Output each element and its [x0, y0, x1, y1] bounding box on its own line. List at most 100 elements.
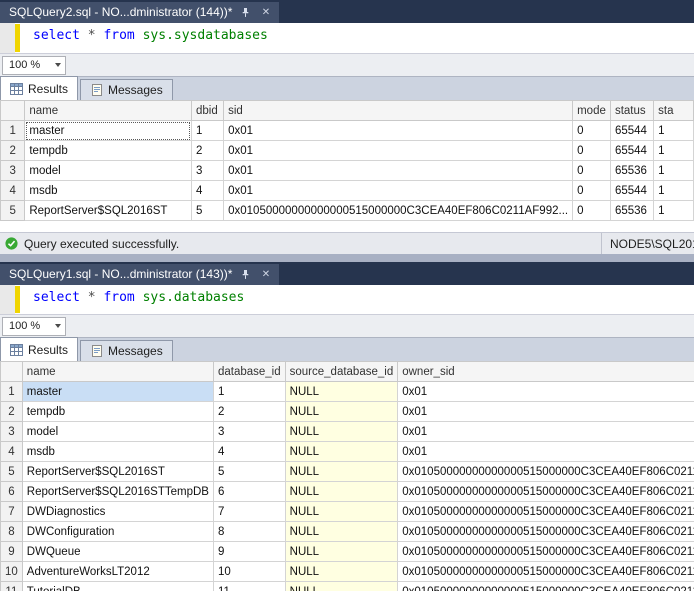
- grid-cell[interactable]: 1: [654, 121, 694, 141]
- grid-cell[interactable]: 0: [573, 161, 611, 181]
- grid-cell[interactable]: 9: [213, 542, 285, 562]
- grid-cell[interactable]: 6: [213, 482, 285, 502]
- row-header[interactable]: 10: [1, 562, 23, 582]
- row-header[interactable]: 4: [1, 442, 23, 462]
- grid-cell[interactable]: 65536: [610, 161, 653, 181]
- grid-cell[interactable]: 0: [573, 201, 611, 221]
- tab-results[interactable]: Results: [0, 76, 78, 100]
- document-tab-sqlquery1[interactable]: SQLQuery1.sql - NO...dministrator (143))…: [0, 264, 279, 285]
- grid-cell[interactable]: 0x01050000000000000515000000C3CEA40EF806…: [398, 562, 694, 582]
- grid-cell[interactable]: 0x01: [398, 442, 694, 462]
- grid-cell[interactable]: 1: [654, 141, 694, 161]
- grid-cell[interactable]: NULL: [285, 522, 398, 542]
- grid-cell[interactable]: 65544: [610, 141, 653, 161]
- document-tab-sqlquery2[interactable]: SQLQuery2.sql - NO...dministrator (144))…: [0, 2, 279, 23]
- grid-cell[interactable]: 8: [213, 522, 285, 542]
- grid-cell[interactable]: 1: [654, 201, 694, 221]
- grid-cell[interactable]: 0x01050000000000000515000000C3CEA40EF806…: [398, 582, 694, 591]
- grid-cell[interactable]: 65536: [610, 201, 653, 221]
- tab-results[interactable]: Results: [0, 337, 78, 361]
- column-header[interactable]: owner_sid: [398, 362, 694, 382]
- grid-cell[interactable]: 0x01: [224, 161, 573, 181]
- close-icon[interactable]: ✕: [259, 6, 272, 19]
- grid-cell[interactable]: msdb: [25, 181, 192, 201]
- code-editor-top[interactable]: select * from sys.sysdatabases: [0, 23, 694, 53]
- column-header[interactable]: source_database_id: [285, 362, 398, 382]
- grid-cell[interactable]: model: [22, 422, 213, 442]
- grid-cell[interactable]: 5: [213, 462, 285, 482]
- column-header[interactable]: sta: [654, 101, 694, 121]
- grid-cell[interactable]: 2: [213, 402, 285, 422]
- grid-cell[interactable]: 2: [191, 141, 223, 161]
- row-header[interactable]: 4: [1, 181, 25, 201]
- grid-cell[interactable]: 1: [191, 121, 223, 141]
- row-header[interactable]: 2: [1, 402, 23, 422]
- grid-cell[interactable]: 3: [213, 422, 285, 442]
- grid-cell[interactable]: tempdb: [22, 402, 213, 422]
- grid-cell[interactable]: 0x01050000000000000515000000C3CEA40EF806…: [398, 462, 694, 482]
- row-header[interactable]: 5: [1, 462, 23, 482]
- grid-cell[interactable]: 3: [191, 161, 223, 181]
- grid-cell[interactable]: NULL: [285, 542, 398, 562]
- grid-cell[interactable]: 0x01050000000000000515000000C3CEA40EF806…: [398, 542, 694, 562]
- grid-cell[interactable]: NULL: [285, 382, 398, 402]
- grid-cell[interactable]: 4: [191, 181, 223, 201]
- grid-cell[interactable]: 0: [573, 121, 611, 141]
- grid-cell[interactable]: ReportServer$SQL2016ST: [25, 201, 192, 221]
- row-header[interactable]: 5: [1, 201, 25, 221]
- column-header[interactable]: sid: [224, 101, 573, 121]
- grid-cell[interactable]: NULL: [285, 562, 398, 582]
- grid-cell[interactable]: DWQueue: [22, 542, 213, 562]
- grid-cell[interactable]: NULL: [285, 402, 398, 422]
- row-header[interactable]: 2: [1, 141, 25, 161]
- grid-cell[interactable]: DWConfiguration: [22, 522, 213, 542]
- grid-cell[interactable]: msdb: [22, 442, 213, 462]
- row-header[interactable]: 1: [1, 121, 25, 141]
- grid-corner[interactable]: [1, 362, 23, 382]
- grid-cell[interactable]: NULL: [285, 502, 398, 522]
- column-header[interactable]: status: [610, 101, 653, 121]
- grid-cell[interactable]: tempdb: [25, 141, 192, 161]
- grid-cell[interactable]: 1: [654, 181, 694, 201]
- panel-splitter[interactable]: [0, 254, 694, 262]
- column-header[interactable]: dbid: [191, 101, 223, 121]
- grid-cell[interactable]: NULL: [285, 442, 398, 462]
- grid-cell[interactable]: 5: [191, 201, 223, 221]
- zoom-level-select[interactable]: 100 %: [2, 317, 66, 336]
- grid-cell[interactable]: DWDiagnostics: [22, 502, 213, 522]
- grid-cell[interactable]: 0x01050000000000000515000000C3CEA40EF806…: [398, 502, 694, 522]
- grid-cell[interactable]: 65544: [610, 181, 653, 201]
- grid-cell[interactable]: 11: [213, 582, 285, 591]
- grid-cell[interactable]: NULL: [285, 422, 398, 442]
- code-editor-bottom[interactable]: select * from sys.databases: [0, 285, 694, 314]
- grid-cell[interactable]: master: [22, 382, 213, 402]
- grid-cell[interactable]: NULL: [285, 482, 398, 502]
- grid-corner[interactable]: [1, 101, 25, 121]
- row-header[interactable]: 6: [1, 482, 23, 502]
- tab-messages[interactable]: Messages: [80, 340, 173, 361]
- row-header[interactable]: 3: [1, 422, 23, 442]
- grid-cell[interactable]: 0x01: [224, 141, 573, 161]
- grid-cell[interactable]: NULL: [285, 462, 398, 482]
- grid-cell[interactable]: 0x01050000000000000515000000C3CEA40EF806…: [224, 201, 573, 221]
- grid-cell[interactable]: 65544: [610, 121, 653, 141]
- grid-cell[interactable]: 0x01: [398, 382, 694, 402]
- grid-cell[interactable]: 1: [213, 382, 285, 402]
- pin-icon[interactable]: [239, 268, 252, 281]
- grid-cell[interactable]: 0x01050000000000000515000000C3CEA40EF806…: [398, 522, 694, 542]
- grid-cell[interactable]: model: [25, 161, 192, 181]
- grid-cell[interactable]: 0x01: [224, 121, 573, 141]
- grid-cell[interactable]: ReportServer$SQL2016STTempDB: [22, 482, 213, 502]
- column-header[interactable]: name: [22, 362, 213, 382]
- row-header[interactable]: 1: [1, 382, 23, 402]
- column-header[interactable]: mode: [573, 101, 611, 121]
- pin-icon[interactable]: [239, 6, 252, 19]
- grid-cell[interactable]: 0: [573, 181, 611, 201]
- close-icon[interactable]: ✕: [259, 268, 272, 281]
- grid-cell[interactable]: 4: [213, 442, 285, 462]
- row-header[interactable]: 9: [1, 542, 23, 562]
- grid-cell[interactable]: master: [25, 121, 192, 141]
- grid-cell[interactable]: 1: [654, 161, 694, 181]
- zoom-level-select[interactable]: 100 %: [2, 56, 66, 75]
- grid-cell[interactable]: NULL: [285, 582, 398, 591]
